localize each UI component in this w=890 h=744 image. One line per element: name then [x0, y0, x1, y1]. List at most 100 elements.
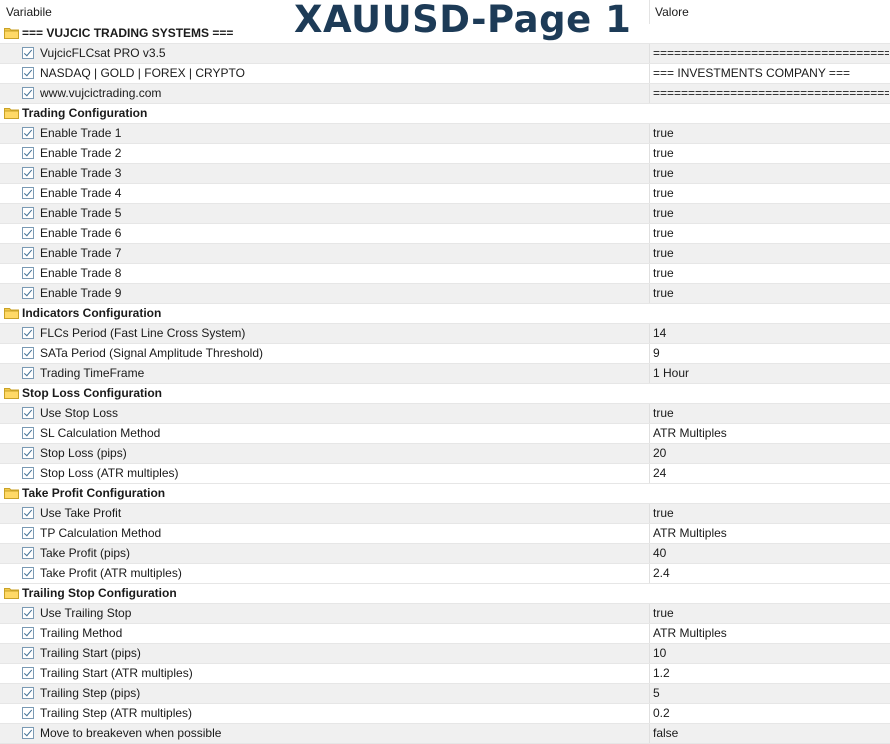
- checkbox-icon[interactable]: [22, 47, 34, 59]
- parameter-value[interactable]: 0.2: [653, 704, 889, 723]
- parameter-row[interactable]: Enable Trade 7 true: [0, 244, 890, 264]
- parameter-value[interactable]: 9: [653, 344, 889, 363]
- parameter-row[interactable]: Trailing Step (pips) 5: [0, 684, 890, 704]
- checkbox-icon[interactable]: [22, 427, 34, 439]
- parameter-row[interactable]: Enable Trade 1 true: [0, 124, 890, 144]
- group-row[interactable]: Take Profit Configuration: [0, 484, 890, 504]
- parameter-value[interactable]: true: [653, 264, 889, 283]
- checkbox-icon[interactable]: [22, 207, 34, 219]
- parameter-value[interactable]: 2.4: [653, 564, 889, 583]
- checkbox-icon[interactable]: [22, 167, 34, 179]
- checkbox-icon[interactable]: [22, 147, 34, 159]
- parameter-value[interactable]: true: [653, 124, 889, 143]
- parameter-value[interactable]: true: [653, 204, 889, 223]
- parameter-row[interactable]: Trailing Start (pips) 10: [0, 644, 890, 664]
- parameter-value[interactable]: =====================================: [653, 84, 889, 103]
- parameter-value[interactable]: ATR Multiples: [653, 624, 889, 643]
- parameter-value[interactable]: true: [653, 144, 889, 163]
- parameter-row[interactable]: Enable Trade 9 true: [0, 284, 890, 304]
- folder-icon: [4, 107, 19, 119]
- checkbox-icon[interactable]: [22, 87, 34, 99]
- parameter-row[interactable]: Use Stop Loss true: [0, 404, 890, 424]
- column-divider: [649, 144, 650, 163]
- parameter-row[interactable]: Enable Trade 6 true: [0, 224, 890, 244]
- checkbox-icon[interactable]: [22, 187, 34, 199]
- parameter-value[interactable]: true: [653, 284, 889, 303]
- parameter-row[interactable]: Stop Loss (ATR multiples) 24: [0, 464, 890, 484]
- checkbox-icon[interactable]: [22, 367, 34, 379]
- column-divider[interactable]: [649, 0, 650, 24]
- parameter-row[interactable]: Trailing Step (ATR multiples) 0.2: [0, 704, 890, 724]
- parameter-row[interactable]: SL Calculation Method ATR Multiples: [0, 424, 890, 444]
- parameter-value[interactable]: 1 Hour: [653, 364, 889, 383]
- parameter-row[interactable]: Trailing Start (ATR multiples) 1.2: [0, 664, 890, 684]
- checkbox-icon[interactable]: [22, 647, 34, 659]
- parameter-value[interactable]: 40: [653, 544, 889, 563]
- parameter-row[interactable]: NASDAQ | GOLD | FOREX | CRYPTO === INVEST…: [0, 64, 890, 84]
- parameter-row[interactable]: Trading TimeFrame 1 Hour: [0, 364, 890, 384]
- parameter-value[interactable]: 14: [653, 324, 889, 343]
- checkbox-icon[interactable]: [22, 507, 34, 519]
- checkbox-icon[interactable]: [22, 267, 34, 279]
- parameter-row[interactable]: Use Take Profit true: [0, 504, 890, 524]
- parameter-row[interactable]: FLCs Period (Fast Line Cross System) 14: [0, 324, 890, 344]
- parameter-value[interactable]: =====================================: [653, 44, 889, 63]
- parameter-row[interactable]: Move to breakeven when possible false: [0, 724, 890, 744]
- parameter-row[interactable]: Trailing Method ATR Multiples: [0, 624, 890, 644]
- checkbox-icon[interactable]: [22, 327, 34, 339]
- checkbox-icon[interactable]: [22, 67, 34, 79]
- parameter-value[interactable]: true: [653, 244, 889, 263]
- group-row[interactable]: Trading Configuration: [0, 104, 890, 124]
- parameter-row[interactable]: TP Calculation Method ATR Multiples: [0, 524, 890, 544]
- parameter-value[interactable]: 1.2: [653, 664, 889, 683]
- checkbox-icon[interactable]: [22, 467, 34, 479]
- parameter-row[interactable]: SATa Period (Signal Amplitude Threshold)…: [0, 344, 890, 364]
- parameter-value[interactable]: 24: [653, 464, 889, 483]
- checkbox-icon[interactable]: [22, 407, 34, 419]
- group-row[interactable]: Stop Loss Configuration: [0, 384, 890, 404]
- parameter-value[interactable]: 20: [653, 444, 889, 463]
- checkbox-icon[interactable]: [22, 527, 34, 539]
- parameter-value[interactable]: true: [653, 224, 889, 243]
- checkbox-icon[interactable]: [22, 287, 34, 299]
- parameter-value[interactable]: 10: [653, 644, 889, 663]
- variable-column-header[interactable]: Variabile: [6, 0, 52, 24]
- parameter-row[interactable]: Enable Trade 3 true: [0, 164, 890, 184]
- parameter-row[interactable]: Stop Loss (pips) 20: [0, 444, 890, 464]
- parameter-value[interactable]: === INVESTMENTS COMPANY ===: [653, 64, 889, 83]
- parameter-row[interactable]: Take Profit (ATR multiples) 2.4: [0, 564, 890, 584]
- parameter-row[interactable]: Use Trailing Stop true: [0, 604, 890, 624]
- parameter-value[interactable]: true: [653, 504, 889, 523]
- parameter-row[interactable]: Enable Trade 2 true: [0, 144, 890, 164]
- checkbox-icon[interactable]: [22, 567, 34, 579]
- checkbox-icon[interactable]: [22, 627, 34, 639]
- parameter-row[interactable]: Enable Trade 4 true: [0, 184, 890, 204]
- checkbox-icon[interactable]: [22, 347, 34, 359]
- checkbox-icon[interactable]: [22, 127, 34, 139]
- parameter-row[interactable]: Enable Trade 8 true: [0, 264, 890, 284]
- checkbox-icon[interactable]: [22, 687, 34, 699]
- parameter-value[interactable]: ATR Multiples: [653, 524, 889, 543]
- parameter-value[interactable]: true: [653, 404, 889, 423]
- group-row[interactable]: Indicators Configuration: [0, 304, 890, 324]
- parameter-value[interactable]: true: [653, 184, 889, 203]
- checkbox-icon[interactable]: [22, 707, 34, 719]
- parameter-value[interactable]: 5: [653, 684, 889, 703]
- checkbox-icon[interactable]: [22, 667, 34, 679]
- checkbox-icon[interactable]: [22, 607, 34, 619]
- checkbox-icon[interactable]: [22, 547, 34, 559]
- checkbox-icon[interactable]: [22, 247, 34, 259]
- checkbox-icon[interactable]: [22, 227, 34, 239]
- parameter-row[interactable]: Enable Trade 5 true: [0, 204, 890, 224]
- parameter-value[interactable]: ATR Multiples: [653, 424, 889, 443]
- checkbox-icon[interactable]: [22, 727, 34, 739]
- parameter-value[interactable]: true: [653, 604, 889, 623]
- group-row[interactable]: Trailing Stop Configuration: [0, 584, 890, 604]
- value-column-header[interactable]: Valore: [655, 0, 689, 24]
- checkbox-icon[interactable]: [22, 447, 34, 459]
- parameter-row[interactable]: Take Profit (pips) 40: [0, 544, 890, 564]
- parameter-row[interactable]: VujcicFLCsat PRO v3.5 ===================…: [0, 44, 890, 64]
- parameter-value[interactable]: true: [653, 164, 889, 183]
- parameter-value[interactable]: false: [653, 724, 889, 743]
- parameter-row[interactable]: www.vujcictrading.com ===================…: [0, 84, 890, 104]
